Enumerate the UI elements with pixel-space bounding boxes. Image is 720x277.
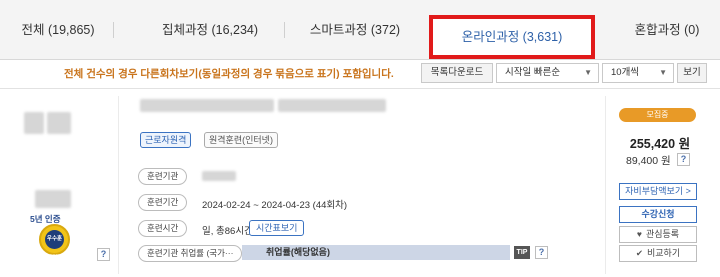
course-type-tabs: 전체 (19,865) 집체과정 (16,234) 스마트과정 (372) 온라… xyxy=(0,0,720,60)
tip-badge[interactable]: TIP xyxy=(514,246,530,259)
chevron-down-icon: ▼ xyxy=(584,68,592,77)
add-interest-button[interactable]: ♥ 관심등록 xyxy=(619,226,697,243)
employment-rate-bar: 취업률(해당없음) xyxy=(242,245,510,260)
view-button[interactable]: 보기 xyxy=(677,63,707,83)
course-title-blurred[interactable] xyxy=(140,99,274,112)
time-value: 일, 총86시간 xyxy=(202,226,253,237)
heart-icon: ♥ xyxy=(636,229,642,239)
column-divider xyxy=(605,96,606,274)
org-label: 훈련기관 xyxy=(138,168,188,185)
timetable-button[interactable]: 시간표보기 xyxy=(249,220,305,236)
sort-select-value: 시작일 빠른순 xyxy=(505,67,561,78)
sort-select[interactable]: 시작일 빠른순 ▼ xyxy=(496,63,599,83)
institution-logo-blurred xyxy=(47,112,71,134)
org-name-blurred xyxy=(202,171,236,181)
page-size-select[interactable]: 10개씩 ▼ xyxy=(602,63,674,83)
apply-button[interactable]: 수강신청 xyxy=(619,206,697,223)
employment-label: 훈련기관 취업률 (국가··· xyxy=(138,245,243,262)
help-icon[interactable]: ? xyxy=(97,248,110,261)
period-value: 2024-02-24 ~ 2024-04-23 (44회차) xyxy=(202,200,348,211)
column-divider xyxy=(118,96,119,274)
period-label: 훈련기간 xyxy=(138,194,188,211)
count-notice: 전체 건수의 경우 다른회차보기(동일과정의 경우 묶음으로 표기) 포함입니다… xyxy=(64,68,394,80)
tab-smart[interactable]: 스마트과정 (372) xyxy=(300,0,410,60)
institution-logo-blurred xyxy=(24,112,44,134)
delivery-method-tag: 원격훈련(인터넷) xyxy=(204,132,278,148)
tab-classroom[interactable]: 집체과정 (16,234) xyxy=(140,0,280,60)
compare-label: 비교하기 xyxy=(647,248,681,258)
tab-divider xyxy=(113,22,114,38)
self-pay-cost: 89,400 원 xyxy=(626,155,671,167)
help-icon[interactable]: ? xyxy=(535,246,548,259)
training-cost: 255,420 원 xyxy=(629,137,691,151)
tab-blended[interactable]: 혼합과정 (0) xyxy=(622,0,712,60)
time-label: 훈련시간 xyxy=(138,220,188,237)
add-interest-label: 관심등록 xyxy=(645,229,680,239)
compare-button[interactable]: ✔ 비교하기 xyxy=(619,245,697,262)
course-title-blurred[interactable] xyxy=(278,99,386,112)
divider xyxy=(0,88,720,89)
view-copay-button[interactable]: 자비부담액보기 > xyxy=(619,183,697,200)
tab-online[interactable]: 온라인과정 (3,631) xyxy=(429,15,595,59)
institution-name-blurred xyxy=(35,190,71,208)
excellence-medal-icon: 우수훈련기관 xyxy=(39,224,70,261)
tab-divider xyxy=(284,22,285,38)
tab-all[interactable]: 전체 (19,865) xyxy=(18,0,98,60)
download-list-button[interactable]: 목록다운로드 xyxy=(421,63,493,83)
check-icon: ✔ xyxy=(635,248,643,258)
help-icon[interactable]: ? xyxy=(677,153,690,166)
employment-value: 취업률(해당없음) xyxy=(266,247,330,257)
chevron-down-icon: ▼ xyxy=(659,68,667,77)
page-size-value: 10개씩 xyxy=(611,67,640,78)
training-type-tag: 근로자원격 xyxy=(140,132,192,148)
medal-label: 우수훈련기관 xyxy=(45,230,64,261)
status-badge: 모집중 xyxy=(619,108,696,122)
